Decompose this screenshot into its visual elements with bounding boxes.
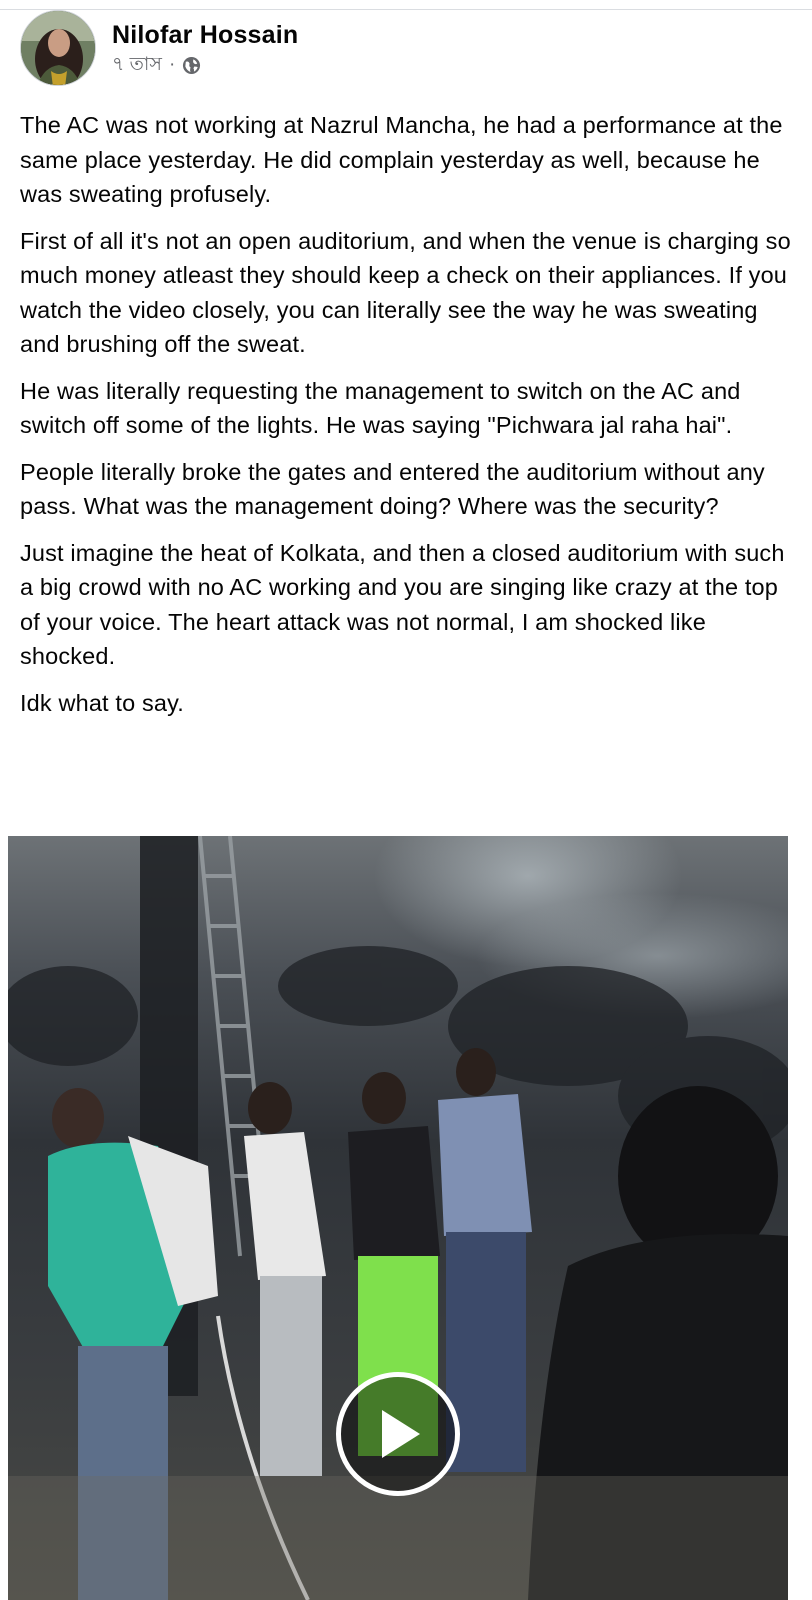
post-timestamp[interactable]: ৭ তাস: [112, 54, 162, 76]
video-border-left: [0, 836, 8, 1600]
post-paragraph: Just imagine the heat of Kolkata, and th…: [20, 539, 785, 670]
author-name[interactable]: Nilofar Hossain: [112, 20, 298, 50]
video-border-right: [788, 836, 812, 1600]
post-paragraph: The AC was not working at Nazrul Mancha,…: [20, 112, 783, 207]
post-paragraph: Idk what to say.: [20, 689, 184, 716]
avatar[interactable]: [20, 10, 96, 86]
play-icon: [382, 1410, 420, 1458]
meta-separator: ·: [168, 54, 176, 75]
post-paragraph: He was literally requesting the manageme…: [20, 377, 741, 439]
post-paragraph: First of all it's not an open auditorium…: [20, 227, 791, 358]
globe-icon: [182, 56, 201, 75]
post-paragraph: People literally broke the gates and ent…: [20, 458, 765, 520]
post-header: Nilofar Hossain ৭ তাস ·: [20, 10, 298, 86]
play-button[interactable]: [336, 1372, 460, 1496]
post-text: The AC was not working at Nazrul Mancha,…: [20, 108, 792, 732]
top-divider: [0, 9, 812, 10]
post-meta: ৭ তাস ·: [112, 54, 298, 76]
